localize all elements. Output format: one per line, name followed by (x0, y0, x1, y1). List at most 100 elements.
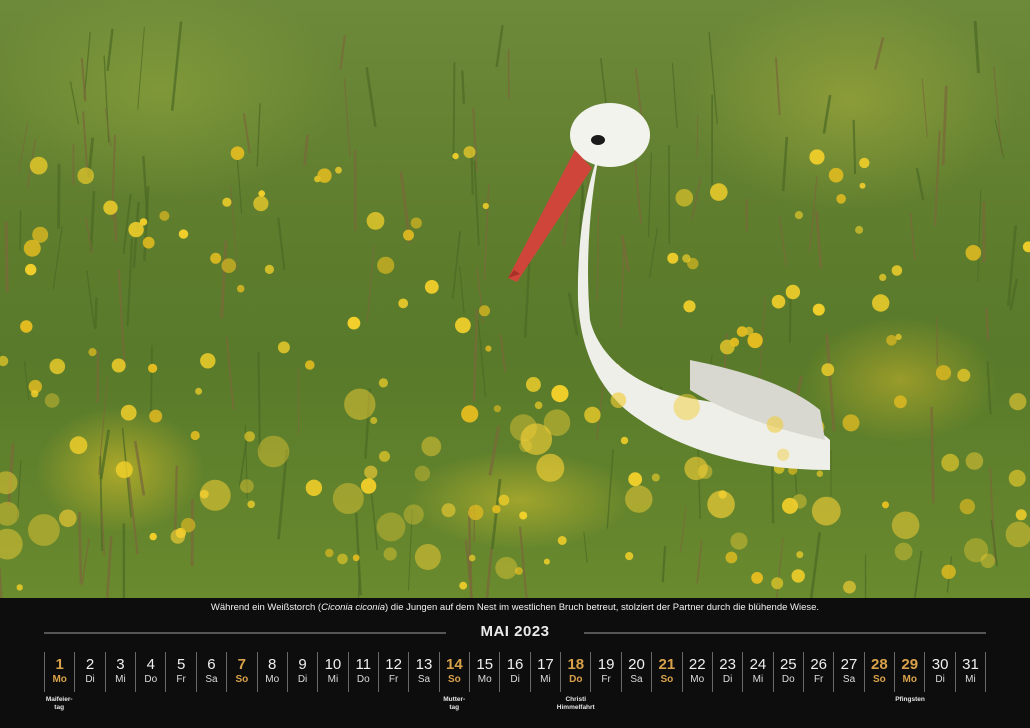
day-number: 28 (871, 656, 888, 673)
day-number: 7 (237, 656, 246, 673)
weekday-label: Di (297, 674, 308, 685)
day-number: 1 (55, 656, 64, 673)
day-number: 24 (749, 656, 767, 673)
day-number: 27 (840, 656, 858, 673)
stork-meadow-photo (0, 0, 1030, 598)
day-cell: 12 Fr (377, 652, 408, 692)
weekday-label: Mo (902, 674, 917, 685)
caption-text-after: ) die Jungen auf dem Nest im westlichen … (385, 602, 820, 613)
weekday-label: So (235, 674, 249, 685)
month-header: MAI 2023 (0, 622, 1030, 644)
day-cell: 31 Mi (954, 652, 987, 692)
day-number: 5 (176, 656, 186, 673)
day-number: 6 (207, 656, 216, 673)
holiday-note: Maifeier- tag (45, 696, 73, 711)
day-cell: 5 Fr (165, 652, 195, 692)
caption-text-before: Während ein Weißstorch ( (210, 602, 322, 613)
month-title: MAI 2023 (480, 623, 550, 640)
holiday-note: Christi Himmelfahrt (556, 696, 595, 711)
weekday-label: Mo (265, 674, 280, 685)
holiday-note: Pfingsten (895, 696, 925, 703)
weekday-label: Do (569, 674, 583, 685)
day-number: 29 (901, 656, 919, 673)
day-cell: 7 So (226, 652, 256, 692)
grass-stems (0, 20, 1019, 598)
day-cell: 11 Do (347, 652, 378, 692)
day-number: 8 (268, 656, 277, 673)
day-number: 18 (567, 656, 585, 673)
weekday-label: Fr (176, 674, 186, 685)
day-cell: 24 Mi (742, 652, 772, 692)
weekday-label: Mi (327, 674, 339, 685)
day-cell: 3 Mi (104, 652, 135, 692)
day-number: 23 (719, 656, 736, 673)
weekday-label: Mi (540, 674, 551, 685)
weekday-label: Do (356, 674, 370, 685)
day-number: 10 (324, 656, 342, 673)
weekday-label: Mo (690, 674, 705, 685)
weekday-label: Sa (417, 674, 431, 685)
buttercup-flowers (0, 146, 1030, 591)
weekday-label: So (660, 674, 674, 685)
day-cell: 20 Sa (620, 652, 651, 692)
day-cell: 26 Fr (802, 652, 833, 692)
day-cell: 10 Mi (317, 652, 347, 692)
day-number: 9 (298, 656, 307, 673)
weekday-label: Mo (52, 674, 67, 685)
weekday-label: Di (510, 674, 520, 685)
weekday-label: Sa (205, 674, 218, 685)
caption-scientific-name: Ciconia ciconia (321, 602, 385, 613)
day-cell: 15 Mo (469, 652, 499, 692)
weekday-label: Fr (601, 674, 611, 685)
day-number: 19 (597, 656, 615, 673)
weekday-label: Mi (965, 674, 976, 685)
day-number: 20 (628, 656, 645, 673)
weekday-label: Di (722, 674, 733, 685)
day-cell: 30 Di (924, 652, 954, 692)
day-number: 11 (355, 656, 372, 673)
weekday-label: Mi (752, 674, 764, 685)
day-cell: 17 Mi (529, 652, 560, 692)
weekday-label: Sa (842, 674, 856, 685)
day-number: 21 (658, 656, 676, 673)
day-number: 22 (688, 656, 706, 673)
weekday-label: Di (935, 674, 945, 685)
day-cell: 19 Fr (590, 652, 620, 692)
day-number: 16 (506, 656, 524, 673)
day-cell: 1 Mo (44, 652, 74, 692)
holiday-note: Mutter- tag (443, 696, 466, 711)
weekday-label: So (447, 674, 461, 685)
day-number: 2 (85, 656, 95, 673)
day-number: 31 (962, 656, 979, 673)
day-number: 13 (415, 656, 433, 673)
day-cell: 16 Di (499, 652, 529, 692)
weekday-label: Mi (115, 674, 126, 685)
day-cell: 23 Di (711, 652, 742, 692)
weekday-label: Fr (813, 674, 824, 685)
day-number: 15 (476, 656, 494, 673)
day-cell: 27 Sa (833, 652, 863, 692)
day-cell: 21 So (651, 652, 681, 692)
day-number: 17 (537, 656, 554, 673)
day-number: 3 (116, 656, 125, 673)
day-cell: 25 Do (772, 652, 803, 692)
day-cell: 28 So (863, 652, 894, 692)
weekday-label: Do (781, 674, 795, 685)
photo-caption: Während ein Weißstorch (Ciconia ciconia)… (0, 602, 1030, 613)
day-number: 25 (779, 656, 797, 673)
day-cell: 22 Mo (681, 652, 712, 692)
weekday-label: Sa (630, 674, 643, 685)
day-number: 30 (931, 656, 949, 673)
day-number: 26 (810, 656, 827, 673)
weekday-label: Fr (388, 674, 399, 685)
day-cell: 29 Mo (894, 652, 924, 692)
calendar-days: 1 Mo 2 Di 3 Mi 4 Do 5 Fr 6 Sa 7 So 8 Mo 9 Di 10 Mi 11 Do 12 Fr 1… (44, 652, 987, 692)
weekday-label: Di (85, 674, 95, 685)
day-cell: 14 So (438, 652, 469, 692)
day-cell: 4 Do (135, 652, 165, 692)
weekday-label: So (872, 674, 886, 685)
day-cell: 6 Sa (195, 652, 226, 692)
holiday-notes: Maifeier- tag Mutter- tag Christi Himmelfa… (44, 694, 986, 714)
day-cell: 9 Di (286, 652, 317, 692)
day-cell: 8 Mo (256, 652, 287, 692)
